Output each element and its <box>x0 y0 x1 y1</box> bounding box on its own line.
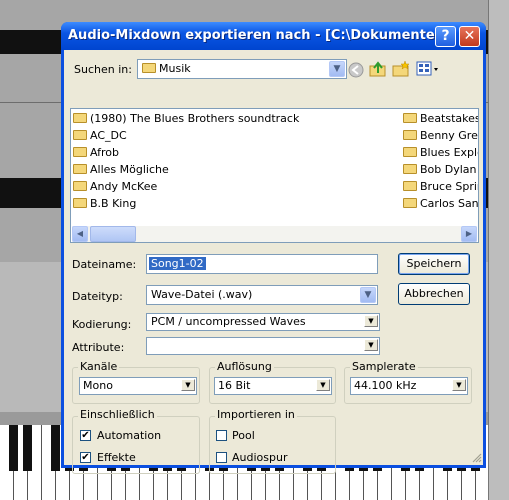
encoding-value: PCM / uncompressed Waves <box>151 315 306 328</box>
dialog-body: Suchen in: Musik ▼ (1980) The Blues Brot… <box>64 50 483 474</box>
audio-track-label: Audiospur <box>232 451 288 464</box>
export-dialog: Audio-Mixdown exportieren nach - [C:\Dok… <box>61 22 486 474</box>
effects-label: Effekte <box>97 451 136 464</box>
import-title: Importieren in <box>215 408 297 421</box>
folder-icon <box>73 181 87 191</box>
folder-icon <box>403 130 417 140</box>
list-item[interactable]: B.B King <box>73 195 393 212</box>
list-item[interactable]: Benny Greb <box>403 127 478 144</box>
filename-value: Song1-02 <box>149 257 206 270</box>
folder-icon <box>403 181 417 191</box>
help-button[interactable]: ? <box>435 26 456 47</box>
look-in-dropdown[interactable]: Musik ▼ <box>137 59 347 79</box>
cancel-button[interactable]: Abbrechen <box>398 283 470 305</box>
file-list-horizontal-scrollbar[interactable]: ◀ ▶ <box>72 226 477 242</box>
chevron-down-icon: ▼ <box>329 61 345 77</box>
back-icon[interactable] <box>348 62 364 78</box>
encoding-dropdown[interactable]: PCM / uncompressed Waves ▼ <box>146 313 380 331</box>
chevron-down-icon: ▼ <box>360 287 376 303</box>
close-button[interactable]: ✕ <box>459 26 480 47</box>
help-icon: ? <box>441 28 450 44</box>
resolution-title: Auflösung <box>215 360 274 373</box>
folder-icon <box>403 113 417 123</box>
list-item[interactable]: Beatstakes <box>403 110 478 127</box>
save-button[interactable]: Speichern <box>398 253 470 275</box>
list-item[interactable]: Bob Dylan <box>403 161 478 178</box>
list-item[interactable]: Bruce Sprin <box>403 178 478 195</box>
folder-icon <box>403 164 417 174</box>
pool-checkbox[interactable] <box>216 430 227 441</box>
channels-title: Kanäle <box>78 360 120 373</box>
chevron-down-icon: ▼ <box>364 339 378 351</box>
list-item[interactable]: Carlos Sant <box>403 195 478 212</box>
folder-icon <box>73 130 87 140</box>
folder-icon <box>403 198 417 208</box>
look-in-value: Musik <box>159 62 191 75</box>
chevron-down-icon: ▼ <box>364 315 378 327</box>
automation-label: Automation <box>97 429 162 442</box>
resize-grip-icon[interactable] <box>472 453 482 463</box>
editor-scrollbar[interactable] <box>488 0 509 500</box>
dialog-title: Audio-Mixdown exportieren nach - [C:\Dok… <box>68 28 438 43</box>
scroll-right-icon[interactable]: ▶ <box>461 226 477 242</box>
up-folder-icon[interactable] <box>369 60 387 78</box>
chevron-down-icon: ▼ <box>452 379 466 391</box>
pool-label: Pool <box>232 429 255 442</box>
dialog-title-bar[interactable]: Audio-Mixdown exportieren nach - [C:\Dok… <box>61 22 486 50</box>
attributes-label: Attribute: <box>72 341 125 354</box>
filename-label: Dateiname: <box>72 258 137 271</box>
chevron-down-icon: ▼ <box>181 379 195 391</box>
filetype-value: Wave-Datei (.wav) <box>151 288 253 301</box>
scroll-thumb[interactable] <box>90 226 136 242</box>
channels-value: Mono <box>83 379 113 392</box>
view-menu-icon[interactable] <box>416 60 440 78</box>
resolution-value: 16 Bit <box>218 379 251 392</box>
chevron-down-icon: ▼ <box>316 379 330 391</box>
samplerate-value: 44.100 kHz <box>354 379 417 392</box>
folder-icon <box>73 164 87 174</box>
list-item[interactable]: Blues Explo <box>403 144 478 161</box>
channels-dropdown[interactable]: Mono ▼ <box>79 377 197 395</box>
file-list[interactable]: (1980) The Blues Brothers soundtrack AC_… <box>70 108 479 243</box>
folder-icon <box>73 147 87 157</box>
look-in-label: Suchen in: <box>74 63 132 76</box>
encoding-label: Kodierung: <box>72 318 132 331</box>
list-item[interactable]: Andy McKee <box>73 178 393 195</box>
new-folder-icon[interactable] <box>392 60 410 78</box>
effects-checkbox[interactable]: ✔ <box>80 452 91 463</box>
audio-track-checkbox[interactable] <box>216 452 227 463</box>
include-group <box>72 416 200 474</box>
include-title: Einschließlich <box>78 408 157 421</box>
list-item[interactable]: (1980) The Blues Brothers soundtrack <box>73 110 393 127</box>
automation-checkbox[interactable]: ✔ <box>80 430 91 441</box>
filetype-dropdown[interactable]: Wave-Datei (.wav) ▼ <box>146 285 378 305</box>
list-item[interactable]: Alles Mögliche <box>73 161 393 178</box>
folder-icon <box>142 63 156 73</box>
filename-input[interactable]: Song1-02 <box>146 254 378 274</box>
folder-icon <box>73 113 87 123</box>
list-item[interactable]: Afrob <box>73 144 393 161</box>
resolution-dropdown[interactable]: 16 Bit ▼ <box>214 377 332 395</box>
attributes-dropdown[interactable]: ▼ <box>146 337 380 355</box>
samplerate-title: Samplerate <box>350 360 418 373</box>
samplerate-dropdown[interactable]: 44.100 kHz ▼ <box>350 377 468 395</box>
close-icon: ✕ <box>463 28 476 44</box>
list-item[interactable]: AC_DC <box>73 127 393 144</box>
import-group <box>209 416 336 474</box>
folder-icon <box>403 147 417 157</box>
folder-icon <box>73 198 87 208</box>
filetype-label: Dateityp: <box>72 290 123 303</box>
scroll-left-icon[interactable]: ◀ <box>72 226 88 242</box>
